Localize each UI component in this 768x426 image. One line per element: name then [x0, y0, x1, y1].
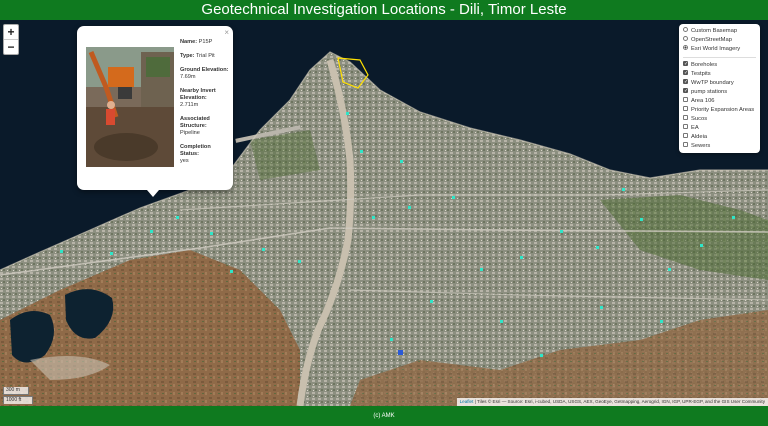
field-completion: Completion Status: yes — [180, 144, 211, 164]
field-ground-elevation: Ground Elevation: 7.69m — [180, 67, 229, 80]
feature-popup: × Name: P15P Type: Trial Pit Ground Elev… — [77, 26, 233, 197]
scale-bar-imperial: 1000 ft — [3, 396, 33, 404]
checkbox-checked-icon[interactable]: ✓ — [683, 60, 688, 66]
overlay-wwtp-boundary[interactable]: ✓ WwTP boundary — [679, 78, 760, 88]
checkbox-checked-icon[interactable]: ✓ — [683, 78, 688, 84]
overlay-testpits[interactable]: ✓ Testpits — [679, 69, 760, 79]
app-page: Geotechnical Investigation Locations - D… — [0, 0, 768, 426]
checkbox-icon[interactable] — [683, 141, 688, 147]
overlay-sucos[interactable]: Sucos — [679, 114, 760, 124]
checkbox-icon[interactable] — [683, 114, 688, 120]
page-title: Geotechnical Investigation Locations - D… — [0, 0, 768, 20]
overlay-area-106[interactable]: Area 106 — [679, 96, 760, 106]
checkbox-checked-icon[interactable]: ✓ — [683, 69, 688, 75]
overlay-ea[interactable]: EA — [679, 123, 760, 133]
field-structure: Associated Structure: Pipeline — [180, 116, 210, 136]
basemap-custom[interactable]: Custom Basemap — [679, 26, 760, 36]
overlay-boreholes[interactable]: ✓ Boreholes — [679, 60, 760, 70]
overlay-aldeia[interactable]: Aldeia — [679, 132, 760, 142]
leaflet-link[interactable]: Leaflet — [460, 399, 474, 404]
popup-fields: Name: P15P Type: Trial Pit Ground Elevat… — [180, 39, 230, 172]
checkbox-icon[interactable] — [683, 132, 688, 138]
zoom-control: + − — [3, 24, 19, 55]
zoom-out-button[interactable]: − — [4, 39, 18, 54]
layer-divider — [683, 57, 756, 58]
radio-icon[interactable] — [683, 35, 688, 41]
field-invert-elevation: Nearby Invert Elevation: 2.711m — [180, 88, 216, 108]
map-attribution: Leaflet | Tiles © Esri — Source: Esri, i… — [456, 398, 768, 406]
checkbox-icon[interactable] — [683, 96, 688, 102]
popup-tip — [147, 190, 159, 197]
page-footer: (c) AMK — [0, 406, 768, 426]
checkbox-checked-icon[interactable]: ✓ — [683, 87, 688, 93]
basemap-osm[interactable]: OpenStreetMap — [679, 35, 760, 45]
map-view[interactable]: + − × Name: P15P Type: Trial Pit Ground … — [0, 20, 768, 406]
overlay-priority-expansion[interactable]: Priority Expansion Areas — [679, 105, 760, 115]
field-name: Name: P15P — [180, 39, 213, 45]
field-type: Type: Trial Pit — [180, 53, 215, 59]
scale-bar-metric: 300 m — [3, 387, 29, 395]
layer-control: Custom Basemap OpenStreetMap Esri World … — [679, 24, 760, 153]
checkbox-icon[interactable] — [683, 123, 688, 129]
radio-selected-icon[interactable] — [683, 44, 688, 50]
popup-close-button[interactable]: × — [224, 28, 229, 37]
radio-icon[interactable] — [683, 26, 688, 32]
overlay-pump-stations[interactable]: ✓ pump stations — [679, 87, 760, 97]
site-photo — [86, 47, 174, 167]
zoom-in-button[interactable]: + — [4, 25, 18, 39]
basemap-esri[interactable]: Esri World Imagery — [679, 44, 760, 54]
overlay-sewers[interactable]: Sewers — [679, 141, 760, 151]
attribution-text: | Tiles © Esri — Source: Esri, i-cubed, … — [473, 399, 765, 404]
checkbox-icon[interactable] — [683, 105, 688, 111]
